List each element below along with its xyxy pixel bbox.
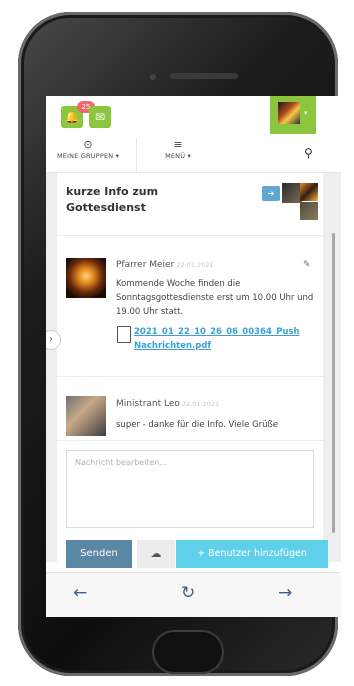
reload-icon[interactable]: ↻ [181,583,195,603]
mail-icon[interactable]: ✉ [89,106,111,128]
message-author: Pfarrer Meier 22.01.2021 [116,260,214,270]
caret-icon: ▾ [304,109,308,117]
upload-icon[interactable]: ☁ [137,540,175,568]
chat-title: kurze Info zum Gottesdienst [66,185,159,214]
chat-area: kurze Info zum Gottesdienst ➜ Pfarrer Me… [46,173,341,562]
back-icon[interactable]: ← [73,583,87,603]
participant-avatar [282,183,302,203]
participant-avatar [300,202,318,220]
edit-icon[interactable]: ✎ [303,260,311,270]
forward-icon[interactable]: → [278,583,292,603]
top-bar: 🔔 25 ✉ ▾ [46,96,341,138]
nav-divider [136,138,137,172]
author-avatar [66,396,106,436]
author-avatar [66,258,106,298]
camera [150,74,156,80]
leave-icon[interactable]: ➜ [262,186,280,201]
participant-avatar [300,183,318,201]
message-input[interactable]: Nachricht bearbeiten... [66,450,314,528]
app-screen: 🔔 25 ✉ ▾ ⊙ MEINE GRUPPEN ▾ ≡ MENÜ ▾ ⚲ ku… [46,96,341,617]
bottom-nav: ← ↻ → [46,572,341,617]
target-icon: ⊙ [83,138,93,151]
message-text: Kommende Woche finden die Sonntagsgottes… [116,279,314,317]
groups-menu[interactable]: ⊙ MEINE GRUPPEN ▾ [48,138,128,160]
attachment-link[interactable]: 2021_01_22_10_26_06_00364_Push Nachricht… [134,325,319,353]
divider [57,376,323,377]
main-menu[interactable]: ≡ MENÜ ▾ [138,138,218,160]
pdf-icon [117,326,131,343]
menu-label: MENÜ ▾ [165,152,191,160]
search-icon[interactable]: ⚲ [304,146,313,160]
speaker [170,73,238,79]
add-user-button[interactable]: + Benutzer hinzufügen [176,540,328,568]
message-author: Ministrant Leo 22.01.2021 [116,399,220,409]
divider [57,235,323,236]
groups-label: MEINE GRUPPEN ▾ [56,152,120,160]
chat-card: kurze Info zum Gottesdienst ➜ Pfarrer Me… [57,173,323,562]
nav-row: ⊙ MEINE GRUPPEN ▾ ≡ MENÜ ▾ ⚲ [46,138,341,173]
message-text: super - danke für die Info. Viele Grüße [116,420,279,430]
scrollbar[interactable] [332,233,335,533]
send-button[interactable]: Senden [66,540,132,568]
home-button[interactable] [152,630,224,674]
avatar [278,102,300,124]
hamburger-icon: ≡ [173,138,183,151]
divider [57,440,323,441]
user-menu[interactable]: ▾ [270,96,316,134]
